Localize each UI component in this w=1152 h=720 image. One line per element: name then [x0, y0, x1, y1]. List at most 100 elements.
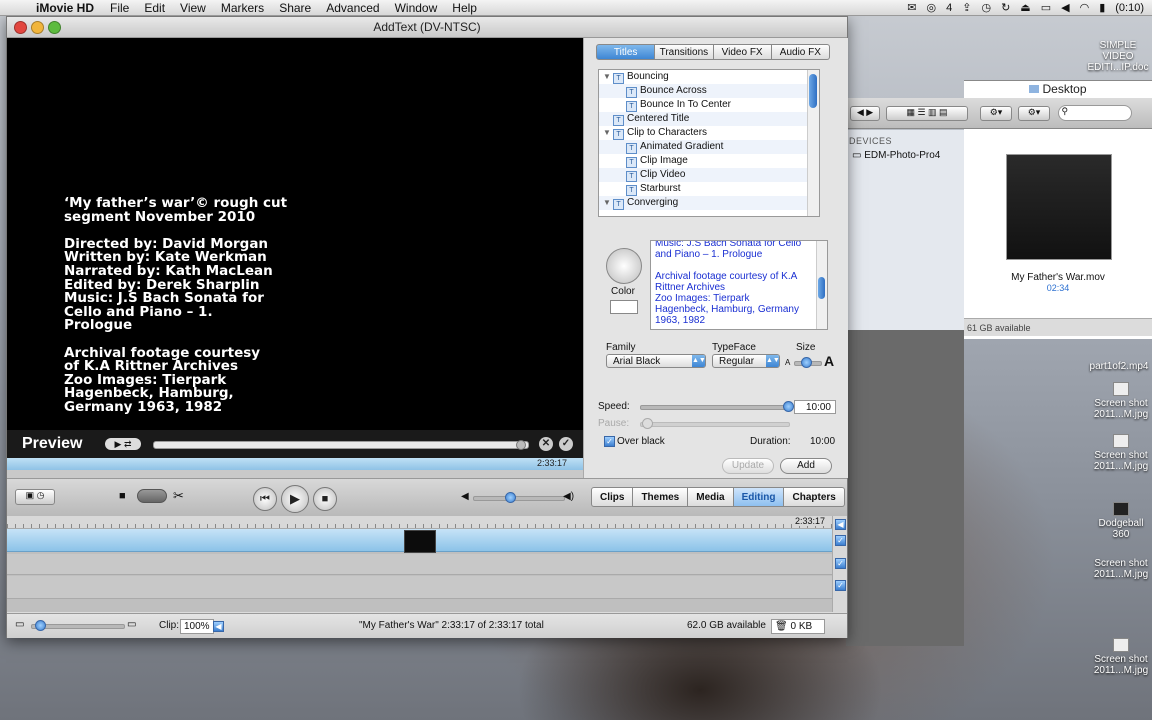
preview-monitor[interactable]: ‘My father’s war’© rough cut segment Nov… — [7, 38, 583, 430]
menu-help[interactable]: Help — [452, 1, 477, 15]
speed-slider-knob[interactable] — [783, 401, 794, 412]
menu-edit[interactable]: Edit — [144, 1, 165, 15]
finder-file-caption[interactable]: My Father's War.mov 02:34 — [1000, 272, 1116, 293]
desktop-icon-doc[interactable]: SIMPLE VIDEO EDITI...IP.doc — [1084, 40, 1152, 73]
list-item[interactable]: T Bounce In To Center — [626, 98, 731, 112]
share-icon[interactable]: ⚙▾ — [1018, 106, 1050, 121]
menu-view[interactable]: View — [180, 1, 206, 15]
desktop-icon-mp4[interactable]: part1of2.mp4 — [1086, 361, 1152, 372]
minimize-button[interactable] — [31, 21, 44, 34]
list-item[interactable]: T Starburst — [626, 182, 681, 196]
tab-video-fx[interactable]: Video FX — [713, 44, 772, 60]
list-item[interactable]: T Clip Image — [626, 154, 688, 168]
list-item[interactable]: ▼ T Clip to Characters — [603, 126, 707, 140]
title-text-field[interactable]: Music: J.S Bach Sonata for Cello and Pia… — [650, 240, 828, 330]
speed-value-field[interactable]: 10:00 — [794, 400, 836, 414]
zoom-button[interactable] — [48, 21, 61, 34]
tab-audio-fx[interactable]: Audio FX — [771, 44, 830, 60]
disclosure-triangle-icon[interactable]: ▼ — [603, 70, 613, 84]
rewind-button[interactable]: ⏮ — [253, 487, 277, 511]
sync-icon[interactable]: ↻ — [1001, 1, 1010, 14]
volume-slider[interactable] — [473, 496, 565, 501]
display-icon[interactable]: ▭ — [1041, 1, 1051, 14]
play-button[interactable]: ▶ — [281, 485, 309, 513]
add-button[interactable]: Add — [780, 458, 832, 474]
speaker-icon[interactable]: ◀ — [213, 621, 224, 632]
timemachine-icon[interactable]: ◷ — [981, 1, 991, 14]
desktop-icon-screenshot[interactable]: Screen shot 2011...M.jpg — [1090, 638, 1152, 676]
tab-clips[interactable]: Clips — [591, 487, 634, 507]
tab-titles[interactable]: Titles — [596, 44, 656, 60]
audio2-track-checkbox[interactable]: ✓ — [835, 580, 846, 591]
finder-file-thumbnail[interactable] — [1006, 154, 1112, 260]
audio-track-1[interactable] — [7, 554, 833, 575]
tab-themes[interactable]: Themes — [633, 487, 689, 507]
size-slider-knob[interactable] — [801, 357, 812, 368]
timeline-clip[interactable] — [404, 530, 436, 553]
finder-view-buttons[interactable]: ▦ ☰ ▥ ▤ — [886, 106, 968, 121]
menu-share[interactable]: Share — [279, 1, 311, 15]
tab-transitions[interactable]: Transitions — [655, 44, 714, 60]
preview-play-loop-button[interactable]: ▶ ⇄ — [105, 438, 141, 450]
text-field-scrollbar[interactable] — [816, 241, 827, 329]
menu-file[interactable]: File — [110, 1, 129, 15]
list-item[interactable]: T Clip Video — [626, 168, 685, 182]
desktop-icon-screenshot[interactable]: Screen shot 2011...M.jpg — [1090, 558, 1152, 580]
eject-icon[interactable]: ⏏ — [1020, 1, 1030, 14]
scrollbar-thumb[interactable] — [809, 74, 817, 108]
clip-volume-field[interactable]: 100% — [180, 619, 214, 634]
sidebar-item-device[interactable]: ▭ EDM-Photo-Pro4 — [852, 150, 964, 161]
typeface-select[interactable]: Regular ▲▼ — [712, 354, 780, 368]
menu-window[interactable]: Window — [395, 1, 438, 15]
audio-toggle-icon[interactable]: ◀ — [835, 519, 846, 530]
preview-scrubber[interactable] — [153, 440, 529, 450]
tab-media[interactable]: Media — [688, 487, 734, 507]
wifi-status-icon[interactable]: ◎ — [927, 1, 937, 14]
list-item[interactable]: ▼ T Bouncing — [603, 70, 669, 84]
menu-advanced[interactable]: Advanced — [326, 1, 379, 15]
timeline-zoom-knob[interactable] — [35, 620, 46, 631]
trash-button[interactable]: 🗑 0 KB — [771, 619, 825, 634]
desktop-icon-screenshot[interactable]: Screen shot 2011...M.jpg — [1090, 382, 1152, 420]
fullscreen-play-button[interactable]: ■ — [313, 487, 337, 511]
color-swatch[interactable] — [610, 300, 638, 314]
scrollbar-thumb[interactable] — [818, 277, 825, 299]
family-select[interactable]: Arial Black ▲▼ — [606, 354, 706, 368]
direction-control-icon[interactable] — [606, 248, 642, 284]
list-item[interactable]: T Bounce Across — [626, 84, 707, 98]
desktop-icon-dodgeball[interactable]: Dodgeball 360 — [1090, 502, 1152, 540]
titles-list[interactable]: ▼ T Bouncing T Bounce Across T Bounce In To … — [598, 69, 820, 217]
disclosure-triangle-icon[interactable]: ▼ — [603, 126, 613, 140]
menu-markers[interactable]: Markers — [221, 1, 264, 15]
speed-slider[interactable] — [640, 405, 790, 410]
video-track-checkbox[interactable]: ✓ — [835, 535, 846, 546]
mail-icon[interactable]: ✉ — [907, 1, 916, 14]
list-item[interactable]: ▼ T Converging — [603, 196, 678, 210]
adobe-icon[interactable]: 4 — [946, 2, 952, 14]
battery-icon[interactable]: ▮ — [1099, 1, 1105, 14]
audio-track-2[interactable] — [7, 576, 833, 599]
update-button[interactable]: Update — [722, 458, 774, 474]
wifi-icon[interactable]: ◠ — [1080, 1, 1090, 14]
close-button[interactable] — [14, 21, 27, 34]
pause-slider[interactable] — [640, 422, 790, 427]
pause-slider-knob[interactable] — [642, 418, 653, 429]
scrubber-knob[interactable] — [516, 440, 526, 450]
finder-back-forward[interactable]: ◀ ▶ — [850, 106, 880, 121]
disclosure-triangle-icon[interactable]: ▼ — [603, 196, 613, 210]
timeline[interactable]: 2:33:17 ◀ ✓ ✓ ✓ — [7, 516, 847, 612]
cancel-icon[interactable]: ✕ — [539, 437, 553, 451]
over-black-checkbox[interactable]: ✓ — [604, 436, 615, 447]
playhead-strip[interactable]: 2:33:17 — [7, 458, 583, 470]
titles-list-scrollbar[interactable] — [807, 70, 819, 216]
audio1-track-checkbox[interactable]: ✓ — [835, 558, 846, 569]
clip-viewer-toggle[interactable]: ▣ ◷ — [15, 489, 55, 505]
list-item[interactable]: T Animated Gradient — [626, 140, 723, 154]
list-item[interactable]: T Centered Title — [613, 112, 689, 126]
upload-icon[interactable]: ⇪ — [962, 1, 971, 14]
timeline-ruler[interactable]: 2:33:17 — [7, 516, 833, 529]
finder-search-input[interactable]: ⚲ — [1058, 105, 1132, 121]
volume-icon[interactable]: ◀ — [1061, 1, 1069, 14]
camera-edit-switch[interactable] — [137, 489, 167, 503]
tab-chapters[interactable]: Chapters — [784, 487, 845, 507]
